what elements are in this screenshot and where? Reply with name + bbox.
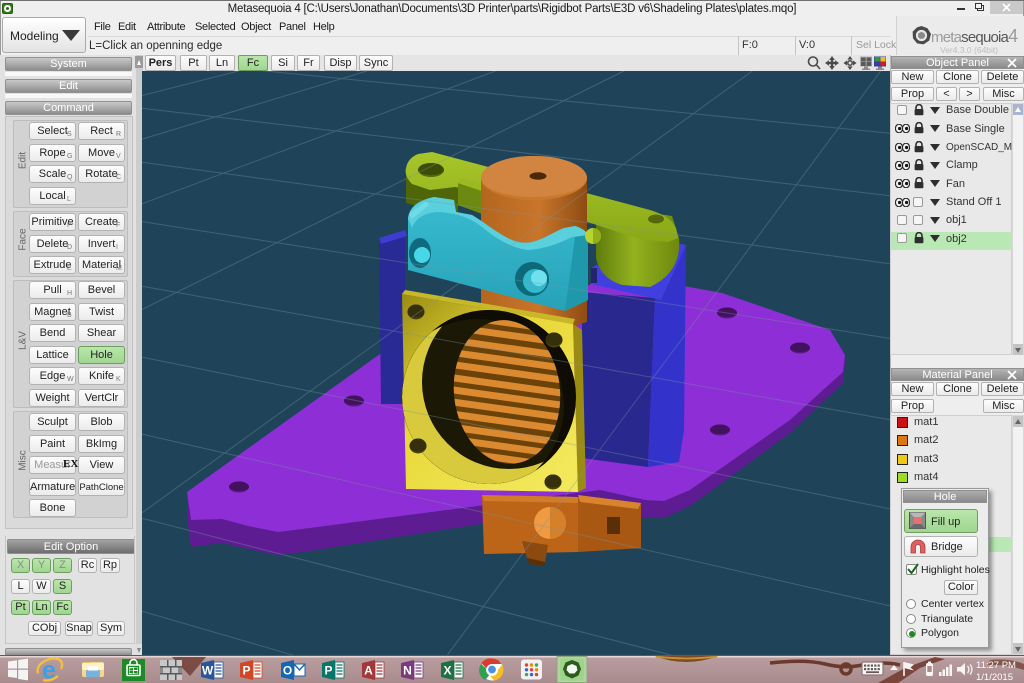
svg-text:P: P xyxy=(242,664,250,678)
svg-text:A: A xyxy=(364,664,373,678)
svg-text:11:27 PM: 11:27 PM xyxy=(976,660,1016,671)
svg-text:N: N xyxy=(403,664,412,678)
svg-text:X: X xyxy=(443,664,451,678)
svg-text:1/1/2015: 1/1/2015 xyxy=(976,672,1013,683)
svg-text:P: P xyxy=(324,664,332,678)
svg-text:O: O xyxy=(283,664,292,678)
svg-text:W: W xyxy=(202,664,214,678)
